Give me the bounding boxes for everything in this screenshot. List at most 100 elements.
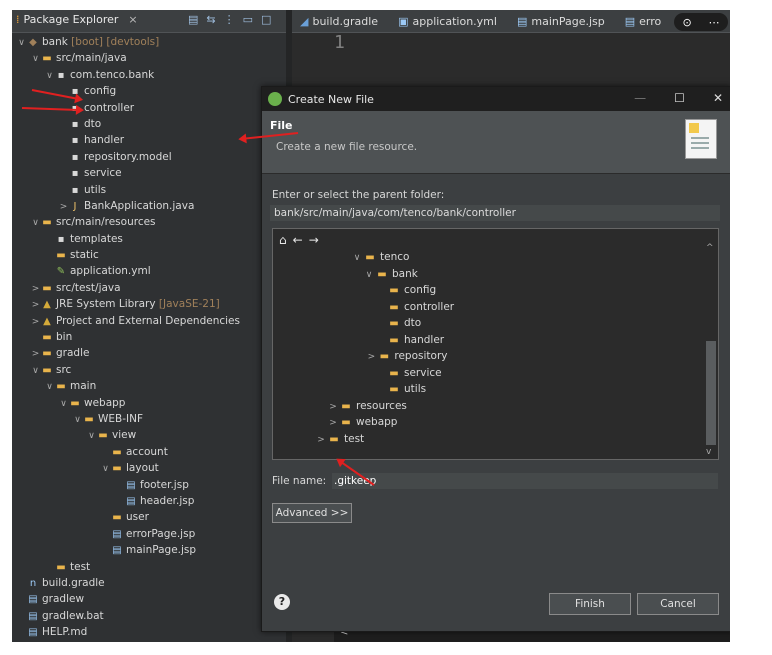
- tree-item[interactable]: ▪ templates: [12, 231, 286, 247]
- tree-item[interactable]: > J BankApplication.java: [12, 198, 286, 214]
- chevron-down-icon[interactable]: ∨: [30, 215, 41, 231]
- view-tool-icon[interactable]: ⋮: [224, 13, 235, 26]
- chevron-right-icon[interactable]: >: [58, 199, 69, 215]
- tab-package-explorer[interactable]: ⁞ Package Explorer ×: [16, 13, 138, 26]
- close-dialog-button[interactable]: ✕: [713, 91, 723, 105]
- tree-item[interactable]: ▤ footer.jsp: [12, 477, 286, 493]
- editor-tab[interactable]: ▣ application.yml: [390, 15, 509, 28]
- folder-tree-item[interactable]: > ▬ resources: [327, 398, 407, 414]
- tree-item[interactable]: ▤ gradlew.bat: [12, 608, 286, 624]
- tree-item[interactable]: ▬ bin: [12, 329, 286, 345]
- tree-item[interactable]: ▬ account: [12, 444, 286, 460]
- file-name-input[interactable]: .gitkeep: [332, 473, 718, 489]
- tree-item[interactable]: ∨ ▬ main: [12, 378, 286, 394]
- tree-item[interactable]: ▪ utils: [12, 182, 286, 198]
- tree-item[interactable]: > ▲ JRE System Library [JavaSE-21]: [12, 296, 286, 312]
- chevron-down-icon[interactable]: ∨: [100, 461, 111, 477]
- tree-item[interactable]: ▪ service: [12, 165, 286, 181]
- chevron-right-icon[interactable]: >: [30, 314, 41, 330]
- tree-item[interactable]: ∨ ▬ WEB-INF: [12, 411, 286, 427]
- chevron-down-icon[interactable]: ∨: [363, 267, 375, 283]
- finish-button[interactable]: Finish: [549, 593, 631, 615]
- folder-tree-item[interactable]: ▬ utils: [375, 381, 426, 397]
- tree-item[interactable]: ▤ header.jsp: [12, 493, 286, 509]
- minimize-button[interactable]: —: [634, 91, 646, 105]
- folder-tree-item[interactable]: ▬ handler: [375, 332, 444, 348]
- editor-tab[interactable]: ▤ mainPage.jsp: [509, 15, 617, 28]
- tree-item[interactable]: ▬ user: [12, 509, 286, 525]
- view-tool-icon[interactable]: ▭: [243, 13, 253, 26]
- dialog-titlebar[interactable]: Create New File — ☐ ✕: [262, 87, 730, 111]
- parent-folder-field[interactable]: bank/src/main/java/com/tenco/bank/contro…: [270, 205, 720, 221]
- scroll-up-icon[interactable]: ^: [706, 243, 714, 253]
- tree-item[interactable]: n build.gradle: [12, 575, 286, 591]
- tree-item[interactable]: ✎ application.yml: [12, 263, 286, 279]
- chevron-down-icon[interactable]: ∨: [30, 363, 41, 379]
- chevron-down-icon[interactable]: ∨: [58, 396, 69, 412]
- editor-tab[interactable]: ◢ build.gradle: [292, 15, 390, 28]
- chevron-down-icon[interactable]: ∨: [351, 250, 363, 266]
- tree-item[interactable]: > ▲ Project and External Dependencies: [12, 313, 286, 329]
- chevron-right-icon[interactable]: >: [327, 415, 339, 431]
- chevron-right-icon[interactable]: >: [315, 432, 327, 448]
- view-tool-icon[interactable]: ⇆: [206, 13, 215, 26]
- chevron-right-icon[interactable]: >: [30, 297, 41, 313]
- folder-tree-item[interactable]: ∨ ▬ bank: [363, 266, 418, 282]
- tree-item[interactable]: ▤ errorPage.jsp: [12, 526, 286, 542]
- maximize-button[interactable]: ☐: [674, 91, 685, 105]
- tree-item[interactable]: ▪ config: [12, 83, 286, 99]
- tree-item[interactable]: ∨ ▬ src/main/java: [12, 50, 286, 66]
- folder-tree-item[interactable]: > ▬ webapp: [327, 414, 397, 430]
- tree-item[interactable]: ▤ gradlew: [12, 591, 286, 607]
- folder-tree[interactable]: ⌂ ← → ∨ ▬ tenco ∨ ▬ bank ▬ config ▬ controller ▬ dt…: [272, 228, 719, 460]
- chevron-right-icon[interactable]: >: [30, 281, 41, 297]
- tree-item[interactable]: ▬ test: [12, 559, 286, 575]
- folder-tree-item[interactable]: > ▬ test: [315, 431, 364, 447]
- folder-tree-item[interactable]: ▬ config: [375, 282, 436, 298]
- cancel-button[interactable]: Cancel: [637, 593, 719, 615]
- folder-tree-item[interactable]: > ▬ repository: [365, 348, 448, 365]
- chevron-down-icon[interactable]: ∨: [30, 51, 41, 67]
- scroll-down-icon[interactable]: v: [706, 447, 711, 457]
- folder-tree-item[interactable]: ∨ ▬ tenco: [351, 249, 410, 266]
- tree-item[interactable]: ∨ ▬ webapp: [12, 395, 286, 411]
- download-icon[interactable]: ⊙: [682, 16, 691, 29]
- advanced-button[interactable]: Advanced >>: [272, 503, 352, 523]
- tree-item[interactable]: ▤ HELP.md: [12, 624, 286, 640]
- back-icon[interactable]: ←: [293, 233, 303, 247]
- folder-tree-item[interactable]: ▬ dto: [375, 315, 421, 331]
- folder-tree-item[interactable]: ▬ controller: [375, 299, 454, 315]
- chevron-down-icon[interactable]: ∨: [72, 412, 83, 428]
- chevron-down-icon[interactable]: ∨: [44, 379, 55, 395]
- scroll-thumb[interactable]: [706, 341, 716, 445]
- tree-item[interactable]: ∨ ◆ bank [boot] [devtools]: [12, 34, 286, 50]
- tree-item[interactable]: > ▬ gradle: [12, 345, 286, 361]
- chevron-right-icon[interactable]: >: [365, 349, 377, 365]
- tree-item[interactable]: ▪ repository.model: [12, 149, 286, 165]
- tree-item[interactable]: ▪ dto: [12, 116, 286, 132]
- tree-item[interactable]: > ▬ src/test/java: [12, 280, 286, 296]
- folder-tree-item[interactable]: ▬ service: [375, 365, 441, 381]
- more-icon[interactable]: ⋯: [709, 16, 720, 29]
- tree-item[interactable]: ▤ mainPage.jsp: [12, 542, 286, 558]
- home-icon[interactable]: ⌂: [279, 233, 287, 247]
- chevron-down-icon[interactable]: ∨: [16, 35, 27, 51]
- close-icon[interactable]: ×: [128, 13, 137, 26]
- tree-item[interactable]: ∨ ▬ layout: [12, 460, 286, 476]
- folder-tree-scrollbar[interactable]: ^ v: [704, 241, 718, 459]
- tree-item[interactable]: ▬ static: [12, 247, 286, 263]
- help-icon[interactable]: ?: [274, 594, 290, 610]
- chevron-down-icon[interactable]: ∨: [44, 68, 55, 84]
- tree-item[interactable]: ∨ ▪ com.tenco.bank: [12, 67, 286, 83]
- chevron-right-icon[interactable]: >: [30, 346, 41, 362]
- forward-icon[interactable]: →: [309, 233, 319, 247]
- view-tool-icon[interactable]: ▤: [188, 13, 198, 26]
- tree-item[interactable]: ∨ ▬ view: [12, 427, 286, 443]
- chevron-down-icon[interactable]: ∨: [86, 428, 97, 444]
- tree-item[interactable]: ∨ ▬ src/main/resources: [12, 214, 286, 230]
- view-tool-icon[interactable]: □: [261, 13, 271, 26]
- editor-tab[interactable]: ▤ erro: [617, 15, 674, 28]
- tree-item[interactable]: ∨ ▬ src: [12, 362, 286, 378]
- chevron-right-icon[interactable]: >: [327, 399, 339, 415]
- dialog-header-subtitle: Create a new file resource.: [276, 141, 418, 153]
